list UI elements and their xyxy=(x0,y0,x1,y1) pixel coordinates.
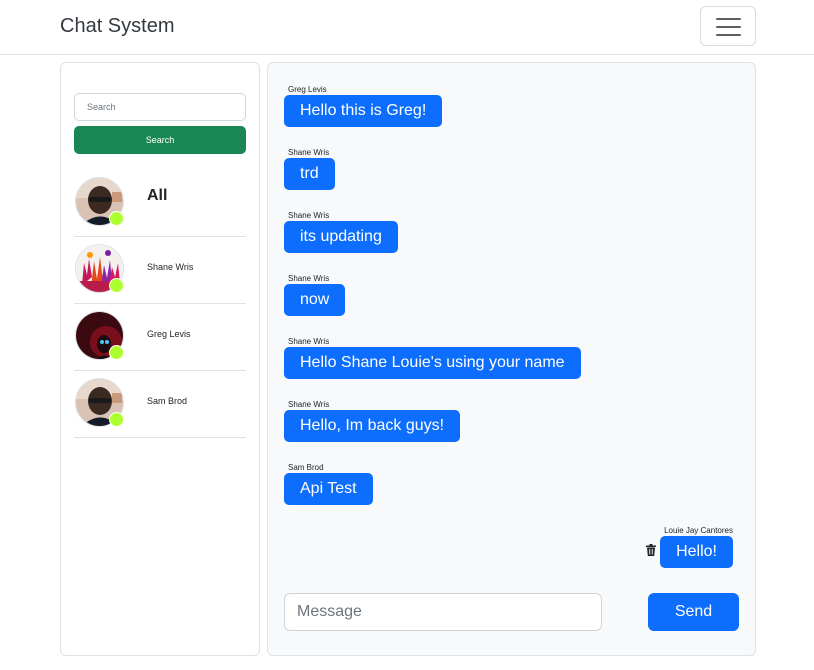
contact-item-shane-wris[interactable]: Shane Wris xyxy=(74,237,246,304)
message-bubble: now xyxy=(284,284,346,316)
navbar: Chat System xyxy=(0,0,814,55)
chat-message: Shane Wris its updating xyxy=(284,211,398,253)
hamburger-menu-icon[interactable] xyxy=(700,6,756,46)
contact-name: All xyxy=(147,187,168,204)
message-bubble: trd xyxy=(284,158,335,190)
message-sender: Greg Levis xyxy=(288,85,327,94)
contact-name: Shane Wris xyxy=(147,262,194,272)
online-status-dot xyxy=(109,412,124,427)
message-bubble: Api Test xyxy=(284,473,373,505)
trash-icon[interactable] xyxy=(646,544,657,556)
message-bubble: Hello this is Greg! xyxy=(284,95,443,127)
contact-item-sam-brod[interactable]: Sam Brod xyxy=(74,371,246,438)
message-sender: Shane Wris xyxy=(288,337,330,346)
message-sender: Sam Brod xyxy=(288,463,324,472)
search-input[interactable] xyxy=(74,93,246,121)
contact-name: Sam Brod xyxy=(147,396,188,406)
message-bubble: Hello! xyxy=(660,536,733,568)
chat-message: Greg Levis Hello this is Greg! xyxy=(284,85,443,127)
chat-message: Shane Wris now xyxy=(284,274,346,316)
message-sender: Shane Wris xyxy=(288,148,330,157)
send-button[interactable]: Send xyxy=(648,593,739,631)
contacts-sidebar: Search All xyxy=(60,62,260,656)
message-sender: Shane Wris xyxy=(288,274,330,283)
contact-item-greg-levis[interactable]: Greg Levis xyxy=(74,304,246,371)
message-sender: Shane Wris xyxy=(288,211,330,220)
chat-message: Shane Wris Hello, Im back guys! xyxy=(284,400,461,442)
contact-item-all[interactable]: All xyxy=(74,170,246,237)
online-status-dot xyxy=(109,345,124,360)
message-bubble: Hello Shane Louie's using your name xyxy=(284,347,581,379)
message-sender: Louie Jay Cantores xyxy=(664,526,733,535)
message-input[interactable] xyxy=(284,593,602,631)
online-status-dot xyxy=(109,211,124,226)
search-button[interactable]: Search xyxy=(74,126,246,154)
online-status-dot xyxy=(109,278,124,293)
brand-title[interactable]: Chat System xyxy=(60,15,174,38)
chat-panel: Greg Levis Hello this is Greg! Shane Wri… xyxy=(267,62,756,656)
chat-message: Shane Wris trd xyxy=(284,148,335,190)
chat-message: Shane Wris Hello Shane Louie's using you… xyxy=(284,337,581,379)
message-bubble: its updating xyxy=(284,221,398,253)
own-chat-message: Louie Jay Cantores Hello! xyxy=(646,526,733,568)
message-bubble: Hello, Im back guys! xyxy=(284,410,461,442)
message-sender: Shane Wris xyxy=(288,400,330,409)
chat-message: Sam Brod Api Test xyxy=(284,463,373,505)
contact-name: Greg Levis xyxy=(147,329,191,339)
